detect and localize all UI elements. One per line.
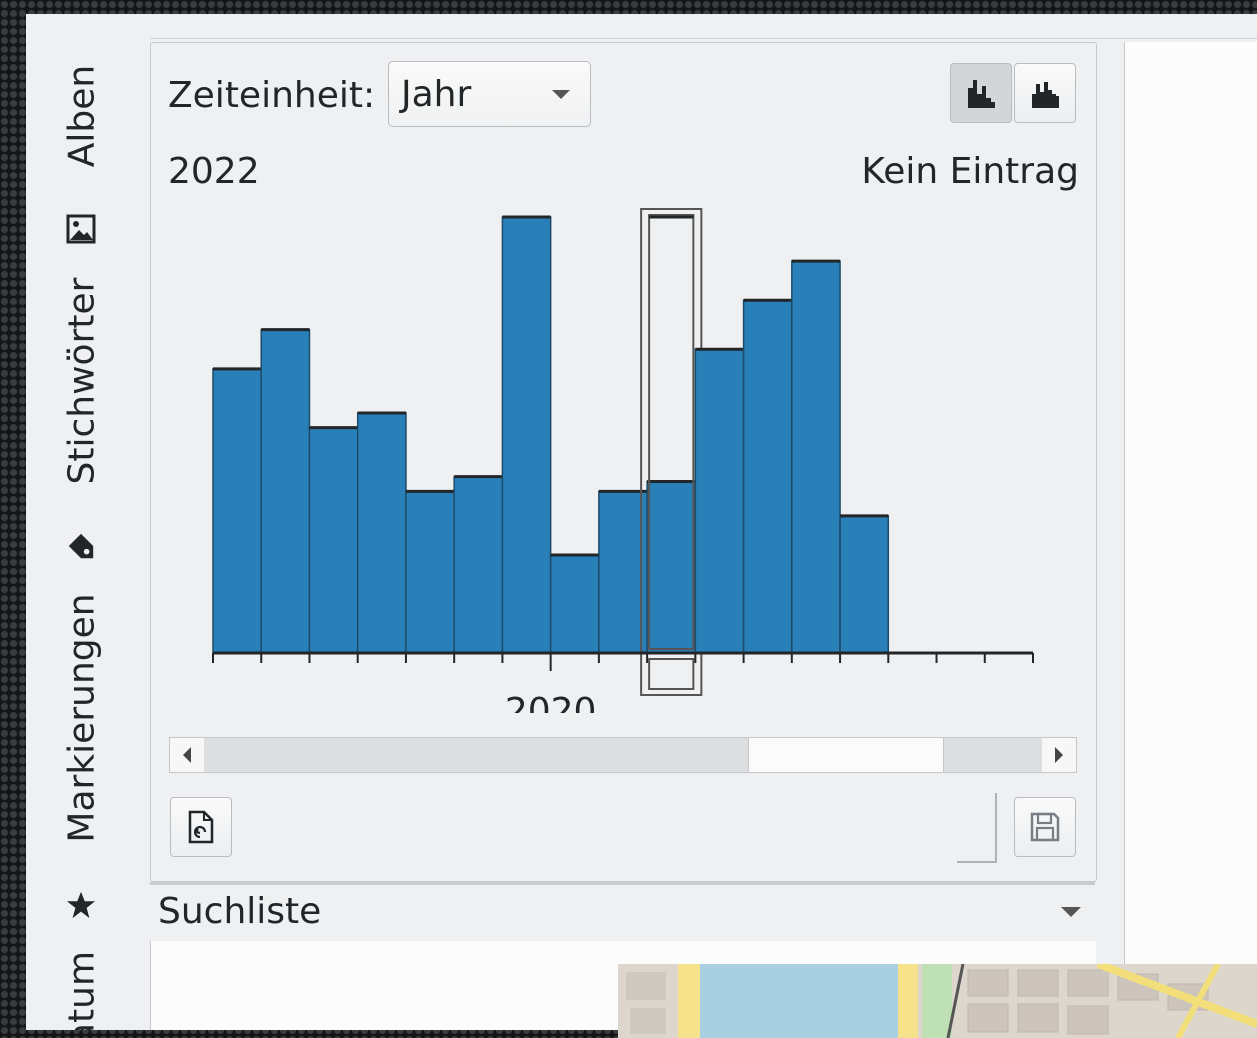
time-unit-label: Zeiteinheit: xyxy=(168,75,376,116)
time-unit-dropdown[interactable]: Jahr xyxy=(388,61,591,127)
tab-keywords[interactable]: Stichwörter xyxy=(62,278,103,485)
tab-albums[interactable]: Alben xyxy=(62,65,103,167)
linear-scale-icon xyxy=(968,80,995,108)
selection-marker-box xyxy=(648,658,695,690)
scroll-left-button[interactable] xyxy=(170,738,204,772)
histogram-bar[interactable] xyxy=(742,299,793,654)
star-icon xyxy=(66,890,96,920)
application-window: Alben Stichwörter Markierungen atum Zeit… xyxy=(26,14,1257,1030)
left-sidebar: Alben Stichwörter Markierungen atum xyxy=(26,38,150,1030)
timeline-panel: Zeiteinheit: Jahr 2022 Kein Eintrag 2020 xyxy=(150,42,1097,882)
histogram-bar[interactable] xyxy=(260,328,311,654)
linear-scale-button[interactable] xyxy=(950,63,1012,123)
timeline-scrollbar[interactable] xyxy=(169,737,1077,773)
histogram-bar[interactable] xyxy=(405,490,455,654)
search-list-header[interactable]: Suchliste xyxy=(150,882,1095,944)
scrollbar-handle[interactable] xyxy=(748,738,944,772)
histogram-bar[interactable] xyxy=(549,554,600,654)
histogram-bar[interactable] xyxy=(694,348,745,654)
top-toolbar xyxy=(26,14,1257,39)
histogram-bar[interactable] xyxy=(598,490,648,654)
x-tick-label: 2020 xyxy=(505,691,597,713)
chevron-down-icon xyxy=(552,90,570,99)
map-preview[interactable] xyxy=(618,964,1257,1038)
histogram-bar[interactable] xyxy=(212,368,262,654)
histogram-bar[interactable] xyxy=(791,260,841,654)
tab-labels[interactable]: Markierungen xyxy=(62,593,103,842)
right-content-pane xyxy=(1124,42,1257,1030)
histogram-bar[interactable] xyxy=(453,475,504,654)
chevron-down-icon xyxy=(1061,907,1081,917)
arrow-left-icon xyxy=(183,747,191,763)
histogram-bar[interactable] xyxy=(839,515,890,654)
save-icon xyxy=(1030,812,1060,842)
histogram-bar[interactable] xyxy=(501,216,552,654)
log-scale-button[interactable] xyxy=(1014,63,1076,123)
arrow-right-icon xyxy=(1055,747,1063,763)
histogram-bar[interactable] xyxy=(356,412,407,654)
save-search-button[interactable] xyxy=(1014,797,1076,857)
reset-selection-button[interactable] xyxy=(170,797,232,857)
tab-date[interactable]: atum xyxy=(62,951,103,1030)
histogram-bar[interactable] xyxy=(308,426,359,654)
tag-icon xyxy=(66,531,96,561)
scroll-right-button[interactable] xyxy=(1042,738,1076,772)
search-list-title: Suchliste xyxy=(158,891,322,932)
log-scale-icon xyxy=(1032,82,1059,108)
histogram-bar[interactable] xyxy=(646,480,697,654)
image-icon xyxy=(66,214,96,244)
search-name-field[interactable] xyxy=(957,793,997,863)
timeline-histogram[interactable]: 2020 xyxy=(151,183,1096,713)
document-undo-icon xyxy=(188,810,214,844)
time-unit-value: Jahr xyxy=(401,74,472,115)
